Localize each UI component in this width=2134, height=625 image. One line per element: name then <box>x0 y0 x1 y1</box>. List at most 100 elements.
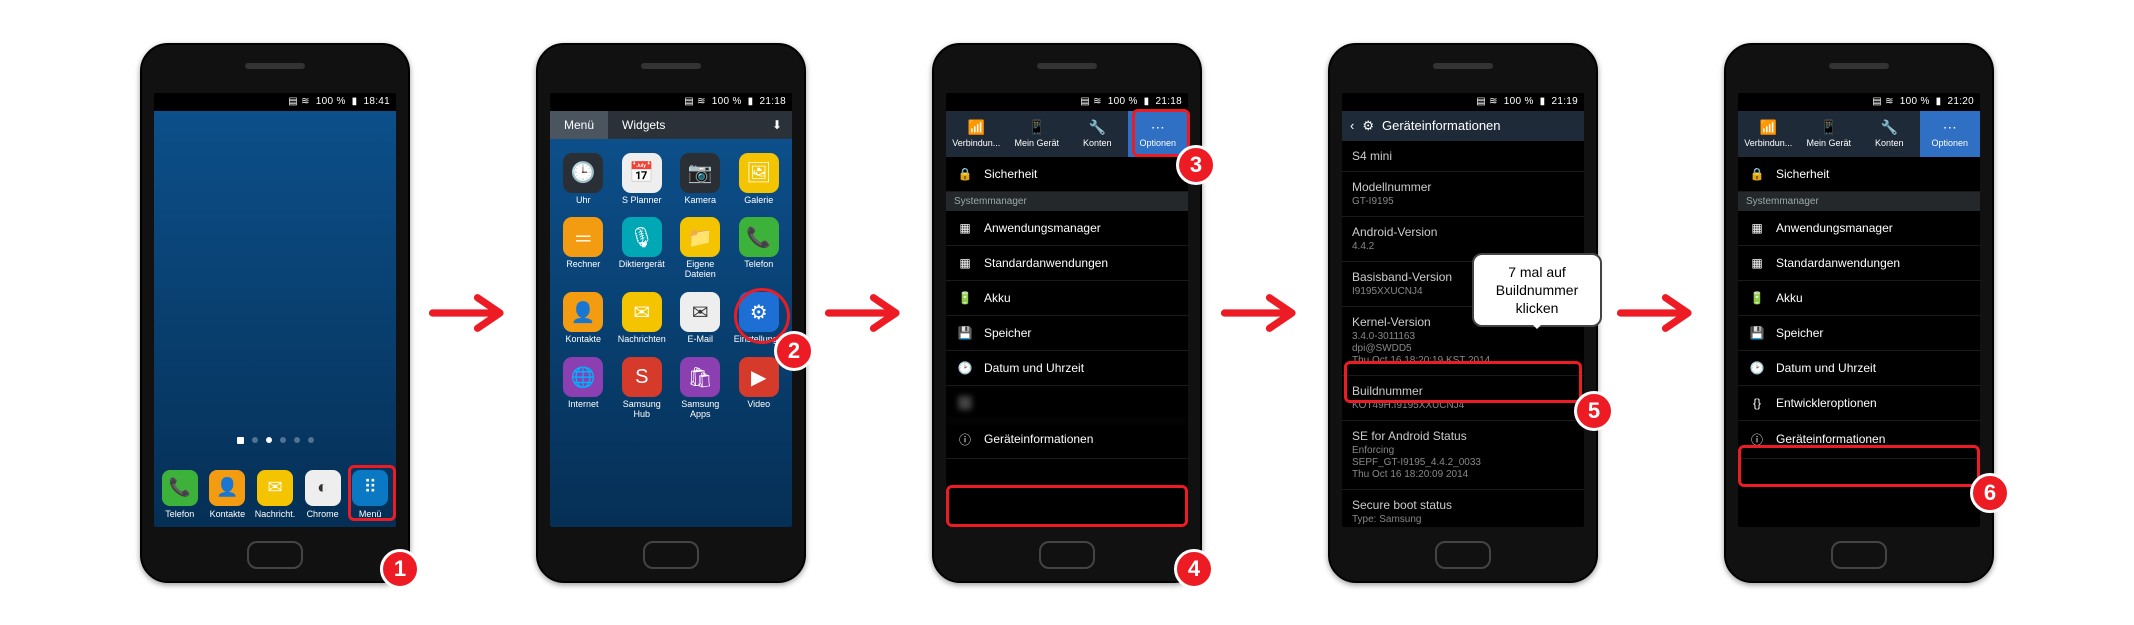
settings-row[interactable]: ⓘ Geräteinformationen <box>1738 421 1980 459</box>
row-icon: ▦ <box>1748 221 1766 235</box>
app-icon: 🌐 <box>563 357 603 397</box>
battery-pct: 100 % <box>1108 96 1138 107</box>
row-label: Sicherheit <box>984 167 1037 181</box>
settings-row[interactable]: ▦ Anwendungsmanager <box>1738 211 1980 246</box>
tab-label: Optionen <box>1931 138 1968 148</box>
home-button[interactable] <box>1039 541 1095 569</box>
drawer-app[interactable]: 📁 Eigene Dateien <box>673 217 728 280</box>
drawer-app[interactable]: ▶ Video <box>732 357 787 420</box>
app-label: S Planner <box>622 196 662 206</box>
settings-row[interactable]: 🔋 Akku <box>1738 281 1980 316</box>
tab-menu[interactable]: Menü <box>550 111 608 139</box>
settings-row[interactable]: 🕑 Datum und Uhrzeit <box>946 351 1188 386</box>
status-bar: ▤ ≋ 100 % 21:19 <box>1342 93 1584 111</box>
drawer-app[interactable]: 🖼 Galerie <box>732 153 787 206</box>
clock: 21:18 <box>1155 96 1182 107</box>
row-label: Entwickleroptionen <box>1776 396 1877 410</box>
info-key: SE for Android Status <box>1352 429 1574 443</box>
signal-icon: ▤ ≋ <box>1476 96 1498 107</box>
gear-icon: ⚙ <box>1362 118 1374 134</box>
drawer-app[interactable]: 📷 Kamera <box>673 153 728 206</box>
arrow-icon <box>1220 288 1310 338</box>
home-button[interactable] <box>1831 541 1887 569</box>
settings-tab[interactable]: 🔧 Konten <box>1859 111 1920 157</box>
home-button[interactable] <box>247 541 303 569</box>
drawer-app[interactable]: 👤 Kontakte <box>556 292 611 345</box>
row-label: Akku <box>984 291 1011 305</box>
app-label: Diktiergerät <box>619 260 665 270</box>
drawer-app[interactable]: 🛍 Samsung Apps <box>673 357 728 420</box>
settings-row[interactable]: 💾 Speicher <box>946 316 1188 351</box>
settings-list: 🔒 Sicherheit Systemmanager ▦ Anwendungsm… <box>1738 157 1980 459</box>
dock-app[interactable]: ⠿ Menü <box>347 470 393 519</box>
row-label: Speicher <box>1776 326 1823 340</box>
app-icon: 👤 <box>209 470 245 506</box>
info-item[interactable]: Secure boot status Type: Samsung <box>1342 490 1584 527</box>
app-label: Nachrichten <box>618 335 666 345</box>
row-icon: 🕑 <box>1748 361 1766 375</box>
info-list: Modellnummer GT-I9195 Android-Version 4.… <box>1342 172 1584 527</box>
info-value: GT-I9195 <box>1352 196 1574 208</box>
app-icon: 📞 <box>739 217 779 257</box>
drawer-app[interactable]: S Samsung Hub <box>615 357 670 420</box>
tab-label: Mein Gerät <box>1014 138 1059 148</box>
info-item[interactable]: Modellnummer GT-I9195 <box>1342 172 1584 217</box>
battery-pct: 100 % <box>712 96 742 107</box>
battery-pct: 100 % <box>1504 96 1534 107</box>
settings-tab[interactable]: 📶 Verbindun... <box>946 111 1007 157</box>
tab-widgets[interactable]: Widgets <box>608 111 679 139</box>
drawer-app[interactable]: ✉ E-Mail <box>673 292 728 345</box>
dock-app[interactable]: 👤 Kontakte <box>204 470 250 519</box>
tab-icon: 📱 <box>1820 119 1837 136</box>
home-button[interactable] <box>643 541 699 569</box>
dock-app[interactable]: ◐ Chrome <box>300 470 346 519</box>
home-button[interactable] <box>1435 541 1491 569</box>
settings-row[interactable]: 🔋 Akku <box>946 281 1188 316</box>
settings-tab[interactable]: ⋯ Optionen <box>1128 111 1189 157</box>
drawer-app[interactable]: 🎙 Diktiergerät <box>615 217 670 280</box>
info-item[interactable]: SE for Android Status Enforcing SEPF_GT-… <box>1342 421 1584 490</box>
download-icon[interactable]: ⬇ <box>762 118 792 132</box>
drawer-app[interactable]: 🕒 Uhr <box>556 153 611 206</box>
row-label: Datum und Uhrzeit <box>1776 361 1876 375</box>
info-value: 4.4.2 <box>1352 241 1574 253</box>
dock-app[interactable]: ✉ Nachricht. <box>252 470 298 519</box>
page-title: Geräteinformationen <box>1382 118 1501 133</box>
app-icon: ✉ <box>622 292 662 332</box>
settings-row[interactable]: 🔒 Sicherheit <box>946 157 1188 192</box>
phone-frame: ▤ ≋ 100 % 18:41 📞 Telefon 👤 Kontakte ✉ N… <box>140 43 410 583</box>
settings-row[interactable]: 🔒 Sicherheit <box>1738 157 1980 192</box>
app-label: Video <box>747 400 770 410</box>
drawer-app[interactable]: 📅 S Planner <box>615 153 670 206</box>
info-item[interactable]: Buildnummer KOT49H.I9195XXUCNJ4 <box>1342 376 1584 421</box>
drawer-app[interactable]: 📞 Telefon <box>732 217 787 280</box>
step-6: ▤ ≋ 100 % 21:20 📶 Verbindun... 📱 Mein Ge… <box>1724 43 1994 583</box>
settings-tab[interactable]: 📱 Mein Gerät <box>1799 111 1860 157</box>
drawer-app[interactable]: ＝ Rechner <box>556 217 611 280</box>
settings-row[interactable]: {} Entwickleroptionen <box>1738 386 1980 421</box>
page-indicator <box>154 437 396 444</box>
settings-tab[interactable]: ⋯ Optionen <box>1920 111 1981 157</box>
settings-row[interactable]: ▦ Anwendungsmanager <box>946 211 1188 246</box>
back-icon[interactable]: ‹ <box>1350 118 1354 133</box>
settings-tab[interactable]: 🔧 Konten <box>1067 111 1128 157</box>
settings-row[interactable]: ▦ Standardanwendungen <box>1738 246 1980 281</box>
app-drawer: ▤ ≋ 100 % 21:18 Menü Widgets ⬇ 🕒 Uhr 📅 S… <box>550 93 792 527</box>
app-icon: 📷 <box>680 153 720 193</box>
settings-tab[interactable]: 📱 Mein Gerät <box>1007 111 1068 157</box>
step-badge-2: 2 <box>774 331 814 371</box>
battery-icon <box>1144 96 1150 107</box>
settings-row[interactable]: ⓘ Geräteinformationen <box>946 421 1188 459</box>
drawer-app[interactable]: 🌐 Internet <box>556 357 611 420</box>
subtitle: S4 mini <box>1342 141 1584 172</box>
row-icon: ▦ <box>956 256 974 270</box>
settings-row[interactable]: ▦ Standardanwendungen <box>946 246 1188 281</box>
app-label: Nachricht. <box>255 509 296 519</box>
settings-row[interactable]: 💾 Speicher <box>1738 316 1980 351</box>
step-badge-1: 1 <box>380 549 420 589</box>
settings-tab[interactable]: 📶 Verbindun... <box>1738 111 1799 157</box>
settings-row[interactable]: ⬛ <box>946 386 1188 421</box>
dock-app[interactable]: 📞 Telefon <box>157 470 203 519</box>
settings-row[interactable]: 🕑 Datum und Uhrzeit <box>1738 351 1980 386</box>
drawer-app[interactable]: ✉ Nachrichten <box>615 292 670 345</box>
